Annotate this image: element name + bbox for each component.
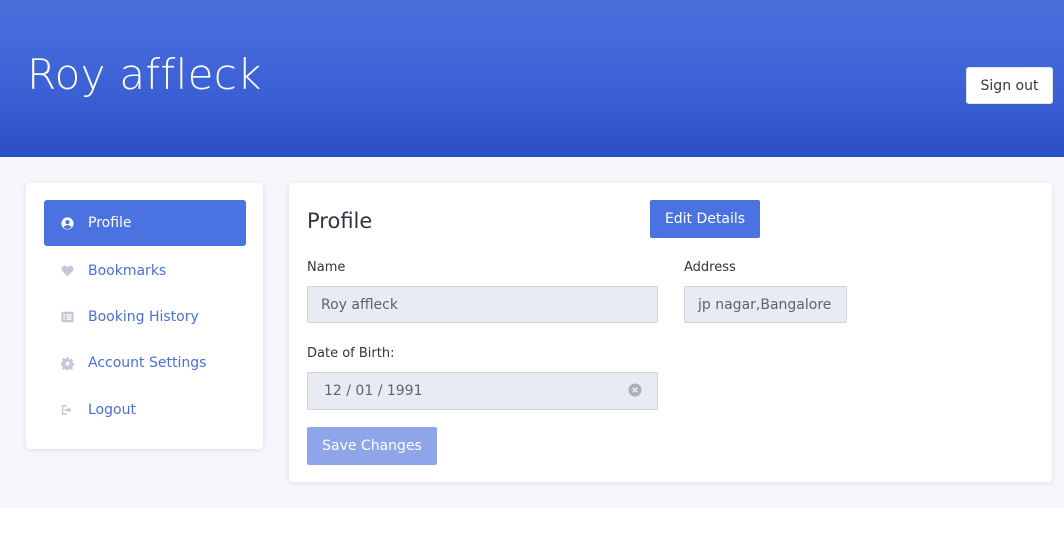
header-banner: Roy affleck Sign out [0, 0, 1064, 157]
user-circle-icon [60, 216, 74, 230]
sidebar-item-label: Profile [88, 215, 132, 231]
date-of-birth-field[interactable]: 12 / 01 / 1991 [307, 372, 658, 410]
sidebar-item-booking-history[interactable]: Booking History [44, 294, 246, 340]
date-of-birth-label: Date of Birth: [307, 346, 395, 361]
sidebar-item-label: Bookmarks [88, 263, 167, 279]
sidebar-item-label: Account Settings [88, 355, 207, 371]
clear-icon[interactable] [628, 383, 642, 397]
sidebar-item-label: Booking History [88, 309, 199, 325]
sidebar-item-profile[interactable]: Profile [44, 200, 246, 246]
name-label: Name [307, 260, 346, 275]
sidebar-item-logout[interactable]: Logout [44, 387, 246, 433]
panel-title: Profile [307, 209, 373, 233]
name-field[interactable]: Roy affleck [307, 286, 658, 323]
edit-details-button[interactable]: Edit Details [650, 200, 760, 238]
save-changes-button[interactable]: Save Changes [307, 427, 437, 465]
sidebar-item-account-settings[interactable]: Account Settings [44, 340, 246, 386]
address-label: Address [684, 260, 736, 275]
date-of-birth-value: 12 / 01 / 1991 [324, 383, 423, 399]
sign-out-icon [60, 403, 74, 417]
sidebar-item-label: Logout [88, 402, 136, 418]
sidebar: Profile Bookmarks Booking History Accoun… [26, 183, 263, 449]
list-icon [60, 310, 74, 324]
heart-icon [60, 264, 74, 278]
address-field[interactable]: jp nagar,Bangalore [684, 286, 847, 323]
gear-icon [60, 356, 74, 370]
user-name-title: Roy affleck [27, 50, 262, 99]
sidebar-item-bookmarks[interactable]: Bookmarks [44, 248, 246, 294]
profile-panel: Profile Edit Details Name Roy affleck Ad… [289, 183, 1052, 482]
sign-out-button[interactable]: Sign out [966, 67, 1053, 104]
